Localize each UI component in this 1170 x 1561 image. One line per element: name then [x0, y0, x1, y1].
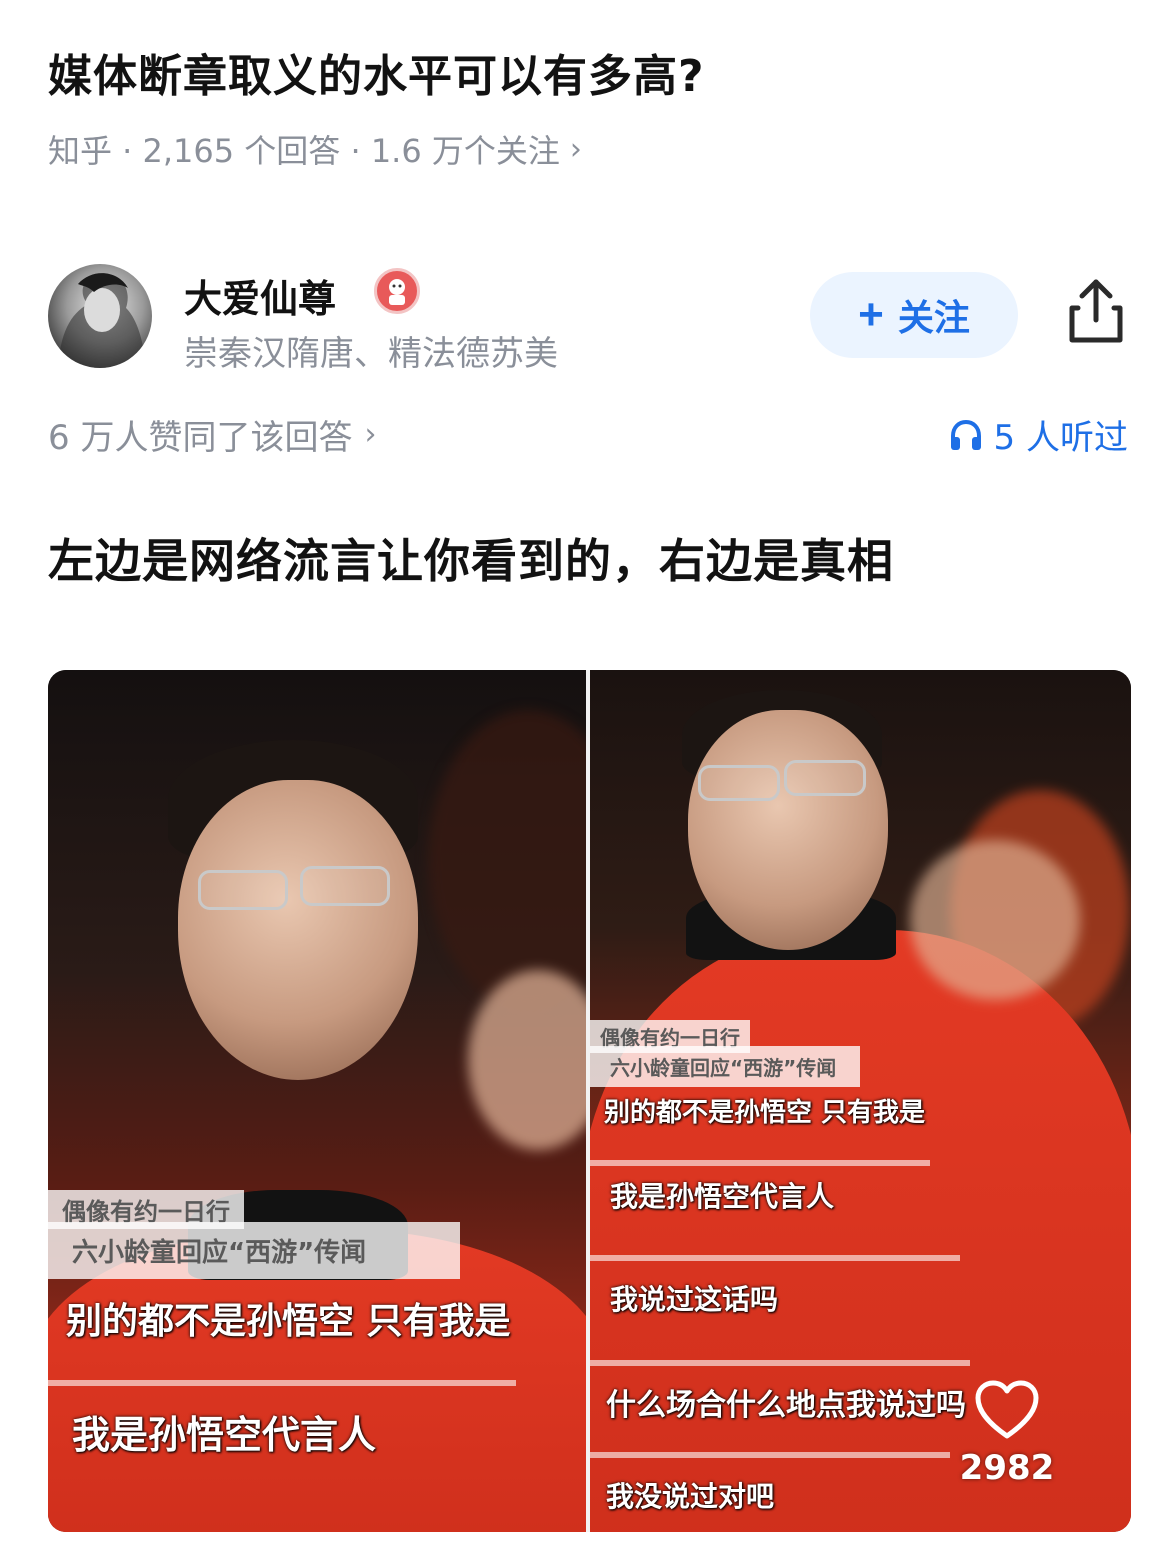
question-meta-text: 知乎 · 2,165 个回答 · 1.6 万个关注	[48, 132, 560, 170]
share-button[interactable]	[1064, 276, 1128, 346]
caption-line: 我是孙悟空代言人	[610, 1180, 835, 1213]
author-bio: 崇秦汉隋唐、精法德苏美	[184, 334, 558, 374]
caption-line: 我没说过对吧	[606, 1480, 775, 1513]
caption-line: 别的都不是孙悟空 只有我是	[66, 1301, 511, 1342]
vote-summary-text: 6 万人赞同了该回答	[48, 418, 353, 458]
author-badge-icon	[374, 268, 420, 314]
like-button[interactable]: 2982	[952, 1380, 1062, 1488]
caption-line: 我是孙悟空代言人	[72, 1413, 377, 1457]
like-count: 2982	[959, 1448, 1055, 1488]
caption-line: 我说过这话吗	[610, 1283, 779, 1316]
chevron-right-icon: ›	[364, 417, 377, 452]
caption-line: 什么场合什么地点我说过吗	[606, 1388, 966, 1423]
share-icon	[1069, 279, 1123, 343]
question-meta[interactable]: 知乎 · 2,165 个回答 · 1.6 万个关注 ›	[48, 126, 582, 172]
topic-label: 六小龄童回应“西游”传闻	[48, 1222, 460, 1279]
author-card: 大爱仙尊 崇秦汉隋唐、精法德苏美 + 关注	[48, 262, 1128, 374]
question-title[interactable]: 媒体断章取义的水平可以有多高?	[48, 40, 705, 104]
vote-summary[interactable]: 6 万人赞同了该回答 ›	[48, 410, 376, 459]
follow-button-label: 关注	[897, 297, 970, 338]
heart-icon	[975, 1380, 1039, 1439]
author-name[interactable]: 大爱仙尊	[184, 268, 336, 323]
topic-label: 六小龄童回应“西游”传闻	[590, 1046, 860, 1087]
left-video-frame: 偶像有约一日行 六小龄童回应“西游”传闻 别的都不是孙悟空 只有我是 我是孙悟空…	[48, 670, 586, 1532]
listen-count-text: 5 人听过	[993, 418, 1128, 458]
avatar[interactable]	[48, 264, 152, 368]
answer-text: 左边是网络流言让你看到的，右边是真相	[48, 534, 894, 588]
plus-icon: +	[858, 290, 884, 339]
listen-count[interactable]: 5 人听过	[948, 410, 1128, 459]
headphones-icon	[950, 419, 981, 450]
chevron-right-icon: ›	[569, 131, 582, 167]
follow-button[interactable]: + 关注	[810, 272, 1018, 358]
caption-line: 别的都不是孙悟空 只有我是	[604, 1098, 926, 1128]
